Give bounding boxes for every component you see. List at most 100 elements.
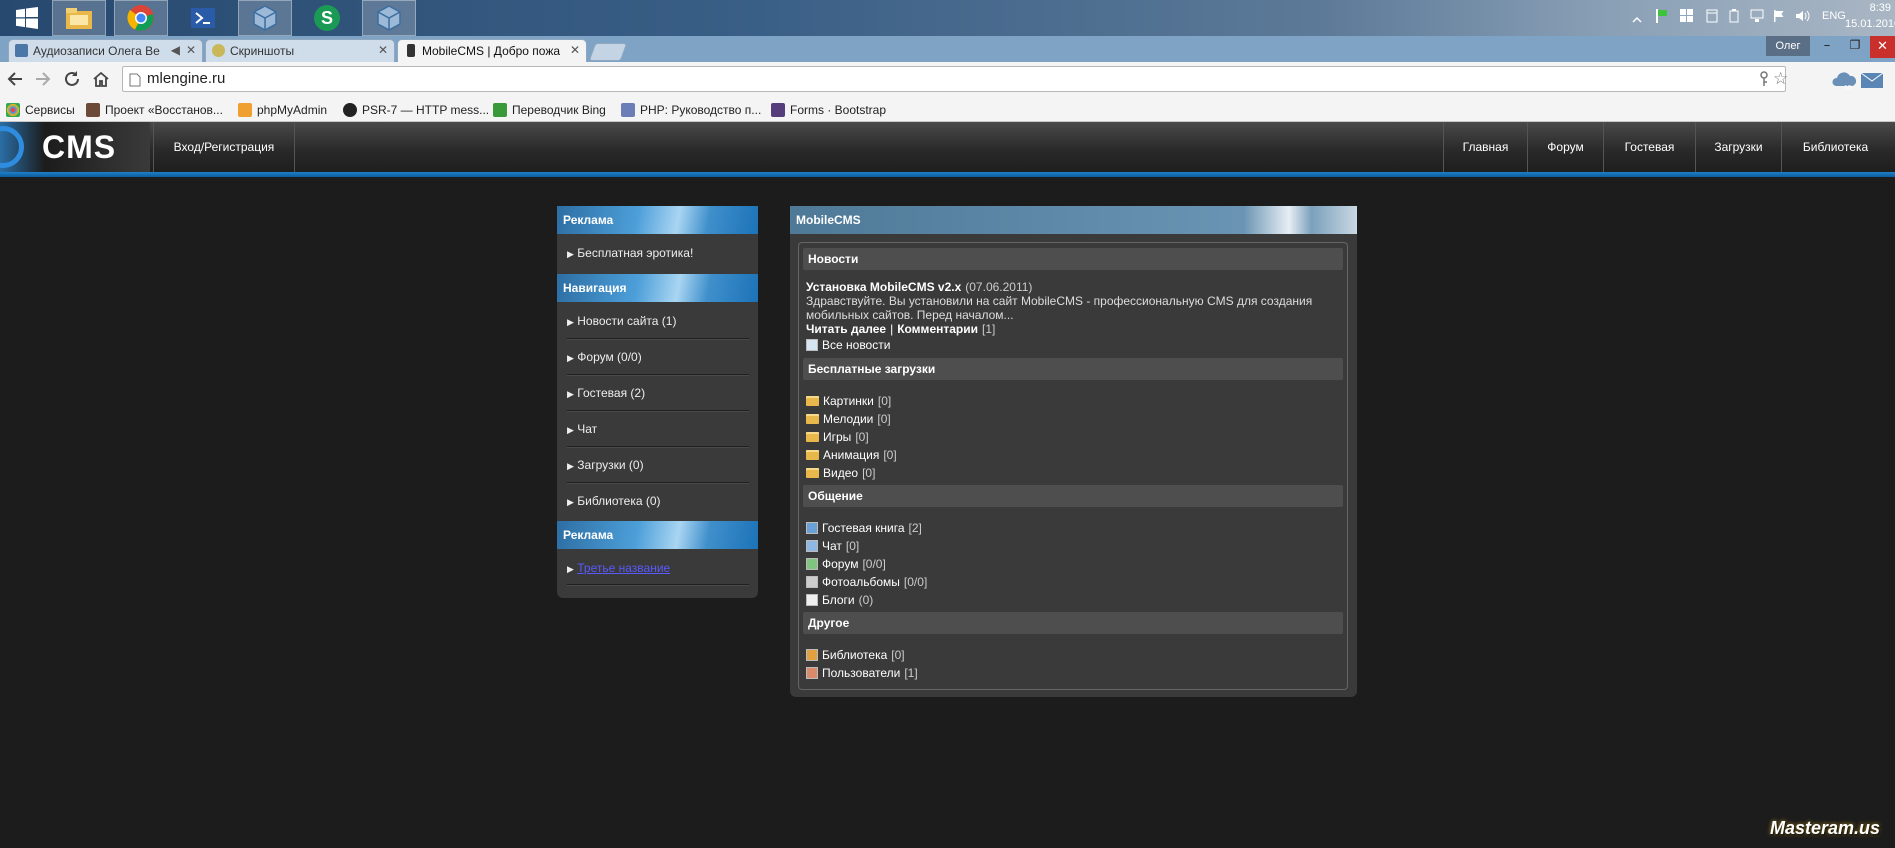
forward-icon[interactable]: [34, 70, 52, 92]
arrow-right-icon: ▶: [567, 425, 574, 435]
profile-button[interactable]: Олег: [1766, 36, 1810, 56]
s-app-icon[interactable]: S: [300, 0, 354, 36]
blog-icon: [806, 594, 818, 606]
social-guestbook[interactable]: Гостевая книга [2]: [806, 521, 922, 535]
browser-tab-audio[interactable]: Аудиозаписи Олега Ве ◀ ✕: [8, 39, 203, 62]
login-link[interactable]: Вход/Регистрация: [153, 122, 295, 172]
social-chat[interactable]: Чат [0]: [806, 539, 859, 553]
windows-start-icon[interactable]: [0, 0, 54, 36]
nav-guestbook[interactable]: Гостевая: [1603, 122, 1695, 172]
nav-home[interactable]: Главная: [1443, 122, 1527, 172]
sidebar-ad-link[interactable]: ▶ Бесплатная эротика!: [567, 246, 747, 260]
download-pictures[interactable]: Картинки [0]: [806, 394, 891, 408]
read-more-link[interactable]: Читать далее: [806, 322, 886, 336]
arrow-right-icon: ▶: [567, 564, 574, 574]
link-label: Третье название: [577, 561, 671, 575]
sidebar-item-forum[interactable]: ▶ Форум (0/0): [567, 350, 747, 364]
audio-playing-icon[interactable]: ◀: [171, 43, 180, 57]
reload-icon[interactable]: [63, 70, 81, 92]
download-video[interactable]: Видео [0]: [806, 466, 875, 480]
sidebar-ad2-link[interactable]: ▶ Третье название: [567, 561, 747, 575]
new-tab-button[interactable]: [588, 43, 628, 61]
cloud-extension-icon[interactable]: 15: [1830, 68, 1857, 96]
item-count: [0/0]: [862, 557, 886, 571]
comments-link[interactable]: Комментарии: [897, 322, 978, 336]
other-users[interactable]: Пользователи [1]: [806, 666, 918, 680]
action-center-icon[interactable]: [1705, 8, 1719, 27]
social-forum[interactable]: Форум [0/0]: [806, 557, 886, 571]
address-bar[interactable]: mlengine.ru ☆: [122, 66, 1788, 92]
page-icon: [129, 72, 141, 91]
divider: [567, 584, 749, 586]
other-library[interactable]: Библиотека [0]: [806, 648, 905, 662]
item-count: [0]: [855, 430, 869, 444]
tab-close-icon[interactable]: ✕: [570, 43, 580, 57]
network-icon[interactable]: [1750, 8, 1764, 27]
sidebar-item-library[interactable]: ▶ Библиотека (0): [567, 494, 747, 508]
bookmark-psr7[interactable]: PSR-7 — HTTP mess...: [343, 101, 489, 119]
main-title: MobileCMS: [790, 206, 1357, 234]
folder-icon: [806, 468, 819, 478]
news-headline[interactable]: Установка MobileCMS v2.x: [806, 280, 961, 294]
sidebar-item-guestbook[interactable]: ▶ Гостевая (2): [567, 386, 747, 400]
battery-icon[interactable]: [1727, 8, 1741, 27]
taskbar: S ENG 8:39 15.01.2016: [0, 0, 1895, 36]
item-count: [1]: [904, 666, 918, 680]
link-label: Форум (0/0): [577, 350, 642, 364]
flag-icon[interactable]: [1655, 8, 1669, 28]
file-explorer-icon[interactable]: [52, 0, 106, 36]
minimize-icon[interactable]: –: [1815, 38, 1839, 56]
bookmark-bootstrap[interactable]: Forms · Bootstrap: [771, 101, 886, 119]
divider: [567, 338, 749, 340]
notification-flag-icon[interactable]: [1772, 8, 1786, 27]
download-melodies[interactable]: Мелодии [0]: [806, 412, 891, 426]
folder-icon: [806, 432, 819, 442]
maximize-icon[interactable]: ❐: [1843, 38, 1867, 56]
tab-close-icon[interactable]: ✕: [186, 43, 196, 57]
sidebar-item-chat[interactable]: ▶ Чат: [567, 422, 747, 436]
volume-icon[interactable]: [1795, 8, 1811, 27]
browser-tab-screenshots[interactable]: Скриншоты ✕: [205, 39, 395, 62]
back-icon[interactable]: [6, 70, 24, 92]
powershell-icon[interactable]: [176, 0, 230, 36]
chrome-icon[interactable]: [114, 0, 168, 36]
link-label: Бесплатная эротика!: [577, 246, 694, 260]
watermark: Masteram.us: [1770, 818, 1881, 838]
social-blogs[interactable]: Блоги (0): [806, 593, 873, 607]
link-label: Гостевая (2): [577, 386, 646, 400]
nav-forum[interactable]: Форум: [1527, 122, 1603, 172]
nav-library[interactable]: Библиотека: [1781, 122, 1889, 172]
key-icon[interactable]: [1759, 71, 1769, 91]
bookmark-project[interactable]: Проект «Восстанов...: [86, 101, 223, 119]
clock-time[interactable]: 8:39: [1857, 2, 1891, 14]
all-news-link[interactable]: Все новости: [806, 338, 890, 352]
clock-date[interactable]: 15.01.2016: [1845, 18, 1895, 30]
social-photoalbums[interactable]: Фотоальбомы [0/0]: [806, 575, 927, 589]
virtualbox-icon-2[interactable]: [362, 0, 416, 36]
bookmark-services[interactable]: Сервисы: [6, 101, 75, 119]
link-label: Библиотека (0): [577, 494, 661, 508]
bookmark-bing[interactable]: Переводчик Bing: [493, 101, 606, 119]
virtualbox-icon[interactable]: [238, 0, 292, 36]
download-animation[interactable]: Анимация [0]: [806, 448, 897, 462]
tab-title: Скриншоты: [230, 44, 295, 58]
bookmark-star-icon[interactable]: ☆: [1773, 69, 1788, 89]
sidebar-item-downloads[interactable]: ▶ Загрузки (0): [567, 458, 747, 472]
home-icon[interactable]: [92, 70, 110, 92]
link-label: Новости сайта (1): [577, 314, 677, 328]
download-games[interactable]: Игры [0]: [806, 430, 869, 444]
windows-tray-icon[interactable]: [1680, 8, 1694, 27]
close-window-icon[interactable]: ✕: [1870, 36, 1895, 58]
nav-downloads[interactable]: Загрузки: [1695, 122, 1781, 172]
language-indicator[interactable]: ENG: [1822, 10, 1846, 22]
sidebar-item-news[interactable]: ▶ Новости сайта (1): [567, 314, 747, 328]
mail-extension-icon[interactable]: [1860, 70, 1884, 94]
divider: [567, 410, 749, 412]
link-label: Все новости: [822, 338, 891, 352]
tray-chevron-icon[interactable]: [1632, 11, 1642, 30]
browser-tab-mobilecms[interactable]: MobileCMS | Добро пожа ✕: [397, 39, 587, 62]
bookmark-phpmyadmin[interactable]: phpMyAdmin: [238, 101, 327, 119]
tab-close-icon[interactable]: ✕: [378, 43, 388, 57]
bookmark-php-manual[interactable]: PHP: Руководство п...: [621, 101, 761, 119]
logo-area[interactable]: CMS: [0, 122, 150, 172]
